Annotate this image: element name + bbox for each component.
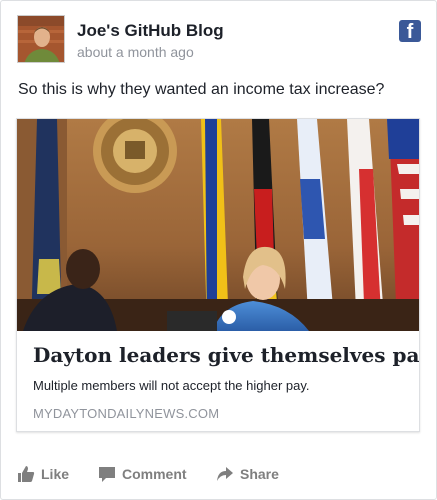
link-description: Multiple members will not accept the hig… — [33, 378, 310, 393]
author-name[interactable]: Joe's GitHub Blog — [77, 21, 224, 41]
post-header: Joe's GitHub Blog about a month ago f — [17, 15, 421, 67]
post-timestamp[interactable]: about a month ago — [77, 44, 194, 60]
share-label: Share — [240, 466, 279, 482]
link-preview[interactable]: Dayton leaders give themselves pay ... M… — [16, 118, 420, 432]
comment-button[interactable]: Comment — [98, 464, 198, 484]
comment-label: Comment — [122, 466, 187, 482]
facebook-icon[interactable]: f — [399, 20, 421, 42]
share-button[interactable]: Share — [216, 464, 296, 484]
like-icon — [18, 466, 35, 482]
link-preview-image[interactable] — [17, 119, 419, 331]
post-message: So this is why they wanted an income tax… — [18, 81, 385, 98]
link-source: MYDAYTONDAILYNEWS.COM — [33, 406, 220, 421]
like-label: Like — [41, 466, 70, 482]
share-icon — [217, 467, 233, 481]
post-card: Joe's GitHub Blog about a month ago f So… — [0, 0, 437, 500]
link-title[interactable]: Dayton leaders give themselves pay ... — [33, 343, 419, 367]
avatar[interactable] — [17, 15, 65, 63]
comment-icon — [99, 467, 115, 482]
post-actions: Like Comment Share — [17, 464, 421, 486]
like-button[interactable]: Like — [17, 464, 77, 484]
